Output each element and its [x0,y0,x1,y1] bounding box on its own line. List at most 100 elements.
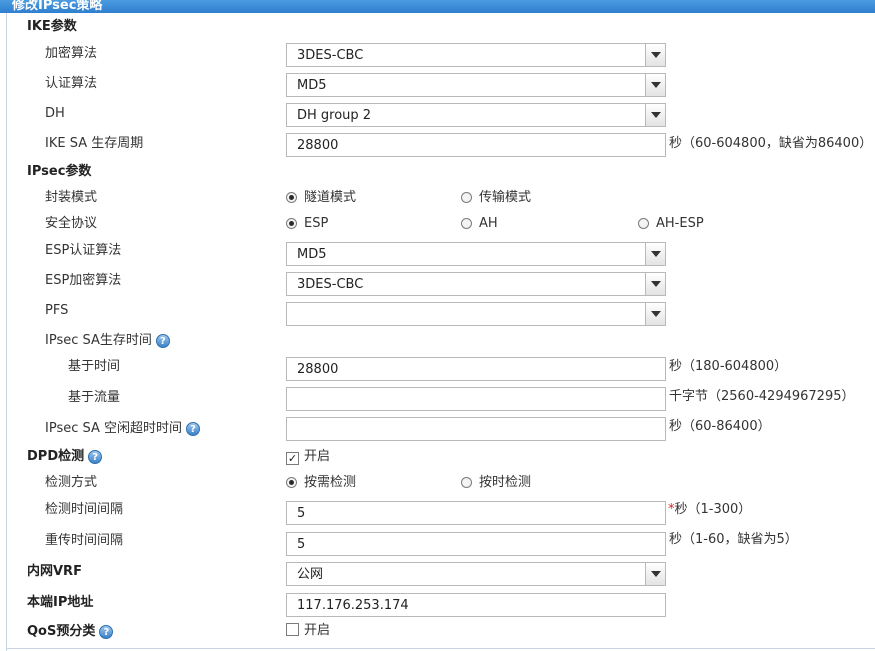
sa-traffic-label: 基于流量 [68,390,121,405]
radio-selected-icon[interactable] [286,218,297,229]
encap-tunnel-radio[interactable]: 隧道模式 [286,189,356,207]
encap-mode-label: 封装模式 [45,190,98,205]
dpd-interval-input[interactable]: 5 [286,501,666,525]
radio-selected-icon[interactable] [286,192,297,203]
ike-dh-select[interactable]: DH group 2 [286,103,666,127]
qos-label-row: QoS预分类? [27,623,114,641]
radio-unselected-icon[interactable] [461,218,472,229]
chevron-down-icon[interactable] [645,243,665,265]
encap-transport-label: 传输模式 [479,190,532,205]
sa-time-input[interactable]: 28800 [286,357,666,381]
pfs-label: PFS [45,303,69,318]
dpd-interval-unit: 秒（1-300） [674,502,752,517]
idle-timeout-input[interactable] [286,417,666,441]
sa-time-value: 28800 [297,362,339,377]
idle-timeout-label-row: IPsec SA 空闲超时时间? [45,420,201,438]
pfs-select[interactable] [286,302,666,326]
protocol-esp-label: ESP [304,216,329,231]
encap-tunnel-label: 隧道模式 [304,190,357,205]
dpd-on-demand-radio[interactable]: 按需检测 [286,474,356,492]
dpd-enable-checkbox[interactable]: ✓ 开启 [286,448,330,466]
dialog-title-bar: 修改IPsec策略 [0,0,875,13]
dpd-enable-label: 开启 [304,449,331,464]
vrf-value: 公网 [297,567,324,582]
question-mark-help-icon[interactable]: ? [88,450,103,464]
ike-section-title: IKE参数 [27,19,77,34]
dialog-border-left [6,13,7,651]
dpd-on-demand-label: 按需检测 [304,475,357,490]
question-mark-help-icon[interactable]: ? [186,422,201,436]
esp-enc-value: 3DES-CBC [297,277,364,292]
sa-lifetime-label: IPsec SA生存时间 [45,333,152,348]
local-ip-label: 本端IP地址 [27,595,94,610]
dpd-periodic-label: 按时检测 [479,475,532,490]
protocol-ah-label: AH [479,216,498,231]
chevron-down-icon[interactable] [645,273,665,295]
qos-enable-label: 开启 [304,623,331,638]
vrf-label: 内网VRF [27,564,82,579]
chevron-down-icon[interactable] [645,44,665,66]
protocol-ah-radio[interactable]: AH [461,215,498,233]
sa-time-unit: 秒（180-604800） [669,359,788,374]
dialog-border-bottom [6,648,875,649]
dpd-retry-label: 重传时间间隔 [45,533,124,548]
protocol-label: 安全协议 [45,216,98,231]
ike-lifetime-label: IKE SA 生存周期 [45,136,144,151]
radio-selected-icon[interactable] [286,477,297,488]
ike-lifetime-input[interactable]: 28800 [286,133,666,157]
dpd-interval-value: 5 [297,506,306,521]
esp-auth-select[interactable]: MD5 [286,242,666,266]
ike-lifetime-value: 28800 [297,138,339,153]
sa-traffic-unit: 千字节（2560-4294967295） [669,389,855,404]
protocol-esp-radio[interactable]: ESP [286,215,328,233]
dpd-interval-label: 检测时间间隔 [45,502,124,517]
question-mark-help-icon[interactable]: ? [155,334,170,348]
chevron-down-icon[interactable] [645,563,665,585]
encap-transport-radio[interactable]: 传输模式 [461,189,531,207]
dpd-mode-label: 检测方式 [45,475,98,490]
ike-encryption-select[interactable]: 3DES-CBC [286,43,666,67]
qos-label: QoS预分类 [27,624,96,639]
dpd-periodic-radio[interactable]: 按时检测 [461,474,531,492]
radio-unselected-icon[interactable] [638,218,649,229]
ike-auth-label: 认证算法 [45,76,98,91]
idle-timeout-unit: 秒（60-86400） [669,419,771,434]
esp-enc-select[interactable]: 3DES-CBC [286,272,666,296]
local-ip-input[interactable]: 117.176.253.174 [286,593,666,617]
sa-time-label: 基于时间 [68,359,121,374]
chevron-down-icon[interactable] [645,303,665,325]
ike-dh-label: DH [45,106,65,121]
chevron-down-icon[interactable] [645,104,665,126]
ike-auth-select[interactable]: MD5 [286,73,666,97]
vrf-select[interactable]: 公网 [286,562,666,586]
esp-auth-value: MD5 [297,247,327,262]
question-mark-help-icon[interactable]: ? [99,625,114,639]
dpd-interval-unit-row: *秒（1-300） [668,501,751,519]
dpd-label: DPD检测 [27,449,85,464]
dpd-retry-input[interactable]: 5 [286,532,666,556]
qos-enable-checkbox[interactable]: 开启 [286,622,330,640]
ike-dh-value: DH group 2 [297,108,372,123]
sa-lifetime-label-row: IPsec SA生存时间? [45,332,170,350]
checkbox-checked-icon[interactable]: ✓ [286,452,299,465]
dpd-retry-value: 5 [297,537,306,552]
ike-auth-value: MD5 [297,78,327,93]
ipsec-section-title: IPsec参数 [27,164,92,179]
ike-lifetime-unit: 秒（60-604800，缺省为86400） [669,136,873,151]
sa-traffic-input[interactable] [286,387,666,411]
dialog-title: 修改IPsec策略 [12,0,103,13]
local-ip-value: 117.176.253.174 [297,598,409,613]
dpd-label-row: DPD检测? [27,448,103,466]
radio-unselected-icon[interactable] [461,477,472,488]
idle-timeout-label: IPsec SA 空闲超时时间 [45,421,183,436]
checkbox-unchecked-icon[interactable] [286,623,299,636]
radio-unselected-icon[interactable] [461,192,472,203]
ike-encryption-value: 3DES-CBC [297,48,364,63]
protocol-ah-esp-radio[interactable]: AH-ESP [638,215,704,233]
ike-encryption-label: 加密算法 [45,46,98,61]
protocol-ah-esp-label: AH-ESP [656,216,704,231]
esp-enc-label: ESP加密算法 [45,273,122,288]
esp-auth-label: ESP认证算法 [45,243,122,258]
chevron-down-icon[interactable] [645,74,665,96]
dpd-retry-unit: 秒（1-60，缺省为5） [669,532,798,547]
